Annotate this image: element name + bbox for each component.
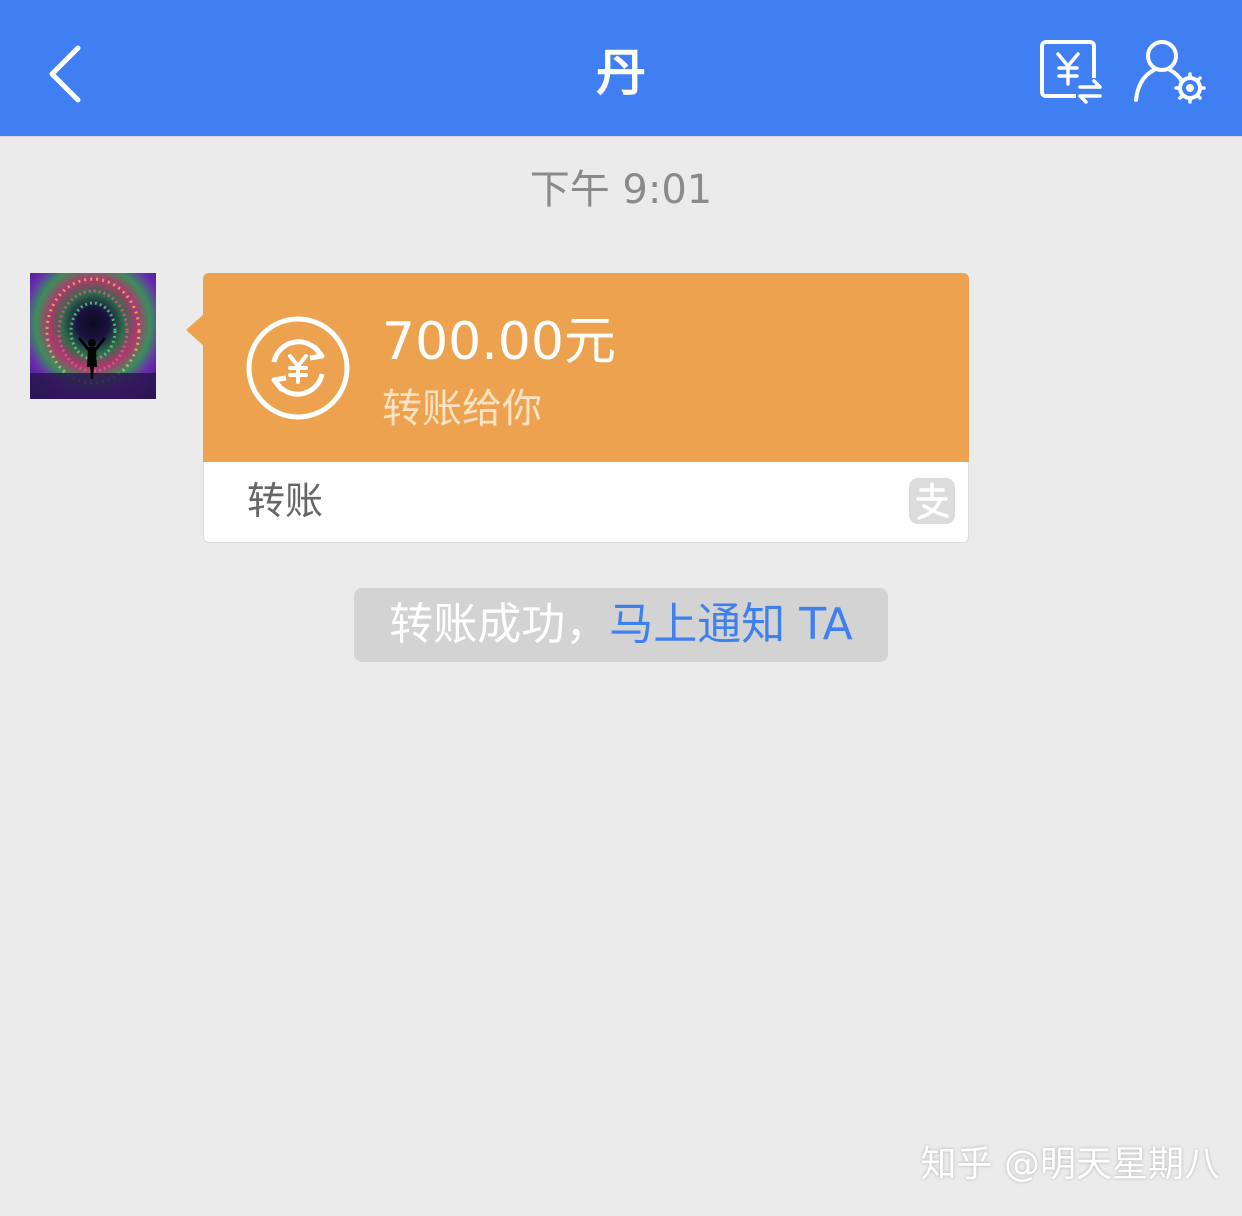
- notice-text: 转账成功，: [389, 599, 610, 650]
- notify-link[interactable]: 马上通知 TA: [609, 599, 853, 650]
- alipay-icon: [909, 478, 955, 524]
- avatar-image: [30, 273, 156, 399]
- top-navigation-bar: 丹: [0, 0, 1242, 137]
- yuan-exchange-icon: [246, 316, 350, 420]
- message-timestamp: 下午 9:01: [529, 167, 713, 213]
- sender-avatar[interactable]: [30, 273, 156, 399]
- transfer-subtitle: 转账给你: [382, 386, 542, 432]
- transfer-button[interactable]: [1038, 38, 1104, 104]
- bubble-tail: [186, 314, 204, 346]
- transfer-success-notice: 转账成功，马上通知 TA: [354, 588, 888, 662]
- transfer-amount: 700.00元: [382, 312, 616, 372]
- watermark: 知乎 @明天星期八: [920, 1144, 1220, 1185]
- transfer-footer-label: 转账: [247, 479, 324, 523]
- user-settings-icon: [1134, 40, 1206, 104]
- yuan-transfer-icon: [1040, 40, 1104, 104]
- chat-settings-button[interactable]: [1132, 38, 1206, 104]
- transfer-message-card[interactable]: 700.00元 转账给你 转账: [203, 273, 969, 543]
- transfer-card-header: 700.00元 转账给你: [203, 273, 969, 462]
